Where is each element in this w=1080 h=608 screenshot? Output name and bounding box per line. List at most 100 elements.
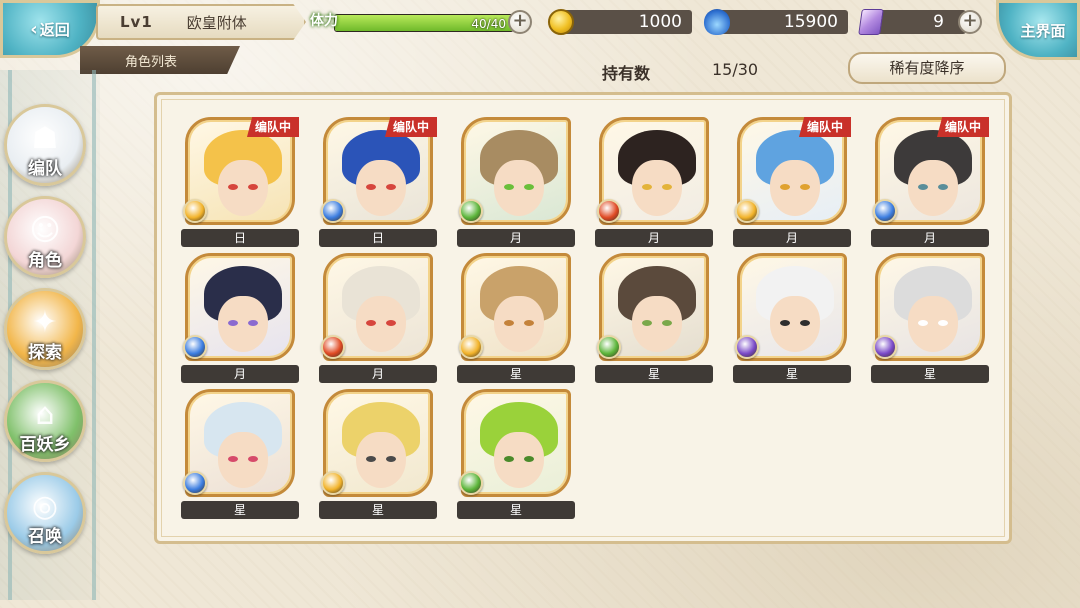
soul-value: 15900: [783, 12, 838, 32]
soul-counter: 15900: [712, 10, 848, 34]
character-card[interactable]: 星: [871, 251, 989, 383]
portrait-eye: [662, 184, 672, 190]
nav-summon-button[interactable]: ◎ 召唤: [4, 472, 86, 554]
character-card[interactable]: 星: [457, 251, 575, 383]
light-element-icon: [321, 471, 345, 495]
portrait-face: [218, 432, 268, 488]
main-menu-label: 主界面: [1020, 21, 1066, 40]
player-level-plate: Lv1 欧皇附体: [96, 4, 306, 40]
character-rank: 日: [181, 229, 299, 247]
character-rank: 星: [457, 365, 575, 383]
portrait-face: [908, 296, 958, 352]
portrait-face: [770, 160, 820, 216]
water-element-icon: [321, 199, 345, 223]
portrait-eye: [800, 184, 810, 190]
in-team-badge: 编队中: [936, 117, 989, 137]
character-rank: 月: [871, 229, 989, 247]
nav-characters-button[interactable]: ☺ 角色: [4, 196, 86, 278]
portrait-eye: [642, 184, 652, 190]
character-card[interactable]: 编队中月: [871, 115, 989, 247]
wind-element-icon: [597, 335, 621, 359]
coin-icon: [548, 9, 574, 35]
in-team-badge: 编队中: [798, 117, 851, 137]
main-menu-button[interactable]: 主界面: [996, 0, 1080, 60]
nav-village-button[interactable]: ⌂ 百妖乡: [4, 380, 86, 462]
portrait-face: [218, 296, 268, 352]
character-rank: 日: [319, 229, 437, 247]
portrait-eye: [504, 184, 514, 190]
fire-element-icon: [321, 335, 345, 359]
portrait-face: [356, 160, 406, 216]
light-element-icon: [183, 199, 207, 223]
character-card[interactable]: 编队中日: [319, 115, 437, 247]
character-rank: 星: [871, 365, 989, 383]
nav-team-label: 编队: [28, 159, 62, 179]
water-element-icon: [183, 471, 207, 495]
character-rank: 星: [595, 365, 713, 383]
back-arrow-icon: ‹: [30, 18, 38, 40]
tab-character-list[interactable]: 角色列表: [80, 46, 240, 74]
character-card[interactable]: 月: [181, 251, 299, 383]
wind-element-icon: [459, 471, 483, 495]
character-card[interactable]: 星: [595, 251, 713, 383]
add-stamina-button[interactable]: +: [508, 10, 532, 34]
character-card[interactable]: 星: [733, 251, 851, 383]
portrait-eye: [642, 320, 652, 326]
nav-explore-button[interactable]: ✦ 探索: [4, 288, 86, 370]
add-gem-button[interactable]: +: [958, 10, 982, 34]
character-card[interactable]: 星: [181, 387, 299, 519]
light-element-icon: [735, 199, 759, 223]
sort-rarity-label: 稀有度降序: [889, 59, 965, 77]
portrait-face: [632, 296, 682, 352]
character-card[interactable]: 编队中日: [181, 115, 299, 247]
portrait-face: [494, 296, 544, 352]
fire-element-icon: [597, 199, 621, 223]
stamina-value: 40/40: [471, 17, 506, 31]
in-team-badge: 编队中: [246, 117, 299, 137]
character-rank: 星: [181, 501, 299, 519]
sort-rarity-button[interactable]: 稀有度降序: [848, 52, 1006, 84]
portrait-face: [908, 160, 958, 216]
dark-element-icon: [873, 335, 897, 359]
portrait-eye: [248, 184, 258, 190]
portrait-eye: [248, 320, 258, 326]
portrait-eye: [228, 456, 238, 462]
character-card[interactable]: 星: [319, 387, 437, 519]
portrait-eye: [938, 184, 948, 190]
back-label: 返回: [39, 20, 70, 39]
portrait-eye: [228, 320, 238, 326]
character-rank: 星: [733, 365, 851, 383]
portrait-eye: [386, 456, 396, 462]
character-card[interactable]: 月: [595, 115, 713, 247]
portrait-eye: [366, 320, 376, 326]
portrait-eye: [366, 184, 376, 190]
nav-village-label: 百妖乡: [19, 435, 71, 455]
rail-bar: [92, 70, 96, 600]
portrait-eye: [504, 456, 514, 462]
character-rank: 星: [319, 501, 437, 519]
stamina-label: 体力: [310, 13, 338, 29]
coin-value: 1000: [638, 12, 682, 32]
character-rank: 月: [181, 365, 299, 383]
nav-summon-label: 召唤: [28, 527, 62, 547]
character-card[interactable]: 月: [319, 251, 437, 383]
gem-value: 9: [933, 12, 944, 32]
owned-count-label: 持有数: [602, 64, 651, 83]
character-rank: 星: [457, 501, 575, 519]
portrait-face: [632, 160, 682, 216]
character-rank: 月: [319, 365, 437, 383]
portrait-eye: [386, 320, 396, 326]
in-team-badge: 编队中: [384, 117, 437, 137]
explore-icon: ✦: [32, 305, 58, 340]
character-card[interactable]: 星: [457, 387, 575, 519]
portrait-face: [356, 296, 406, 352]
nav-team-button[interactable]: ☗ 编队: [4, 104, 86, 186]
portrait-eye: [366, 456, 376, 462]
portrait-face: [356, 432, 406, 488]
portrait-eye: [248, 456, 258, 462]
character-rank: 月: [457, 229, 575, 247]
portrait-eye: [938, 320, 948, 326]
character-card[interactable]: 月: [457, 115, 575, 247]
light-element-icon: [459, 335, 483, 359]
character-card[interactable]: 编队中月: [733, 115, 851, 247]
